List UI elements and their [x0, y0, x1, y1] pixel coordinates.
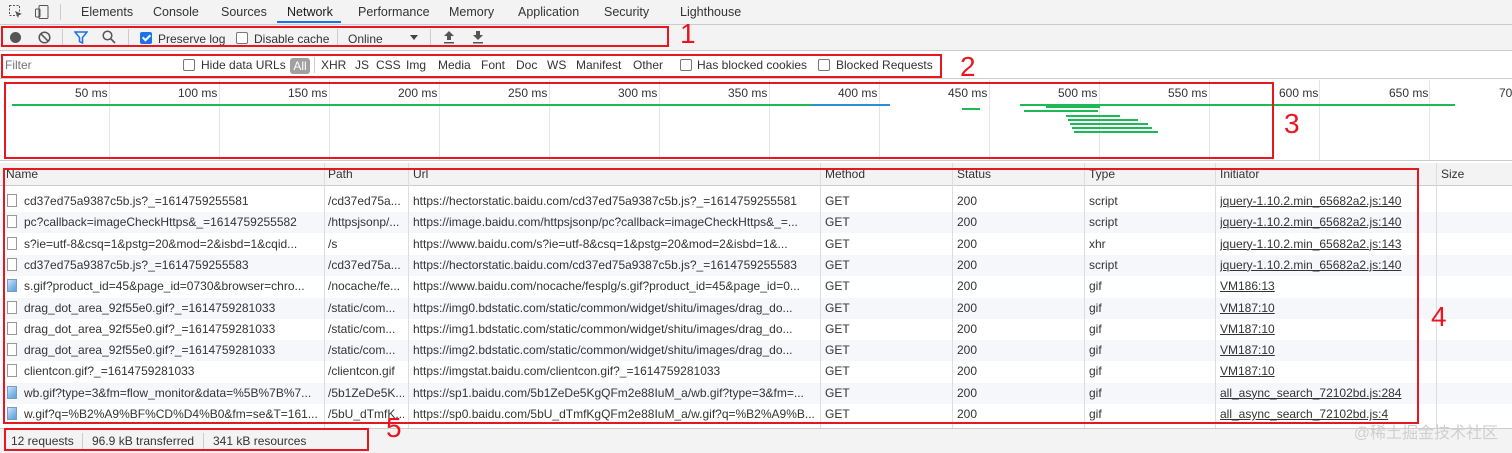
annotation-label: 4: [1431, 301, 1447, 332]
divider: [60, 4, 61, 20]
annotation-label: 5: [386, 412, 402, 443]
tab-console[interactable]: Console: [153, 5, 199, 19]
annotation-box-overview: [4, 82, 1274, 159]
devtools-tab-strip: Elements Console Sources Network Perform…: [0, 0, 1512, 25]
tab-lighthouse[interactable]: Lighthouse: [680, 5, 741, 19]
tab-application[interactable]: Application: [518, 5, 579, 19]
inspect-element-icon[interactable]: [8, 4, 24, 20]
device-toolbar-icon[interactable]: [34, 4, 50, 20]
tab-network[interactable]: Network: [287, 5, 333, 19]
annotation-label: 1: [680, 18, 696, 49]
tab-elements[interactable]: Elements: [81, 5, 133, 19]
active-tab-indicator: [277, 21, 341, 23]
tab-memory[interactable]: Memory: [449, 5, 494, 19]
annotation-box-filter: [1, 54, 942, 78]
annotation-label: 2: [960, 51, 976, 82]
tab-performance[interactable]: Performance: [358, 5, 430, 19]
column-header-size[interactable]: Size: [1441, 167, 1464, 181]
annotation-box-table: [3, 168, 1419, 424]
column-divider: [1436, 163, 1437, 428]
tab-sources[interactable]: Sources: [221, 5, 267, 19]
annotation-box-status: [4, 428, 369, 451]
tab-security[interactable]: Security: [604, 5, 649, 19]
annotation-box-toolbar: [1, 26, 669, 47]
annotation-label: 3: [1284, 108, 1300, 139]
